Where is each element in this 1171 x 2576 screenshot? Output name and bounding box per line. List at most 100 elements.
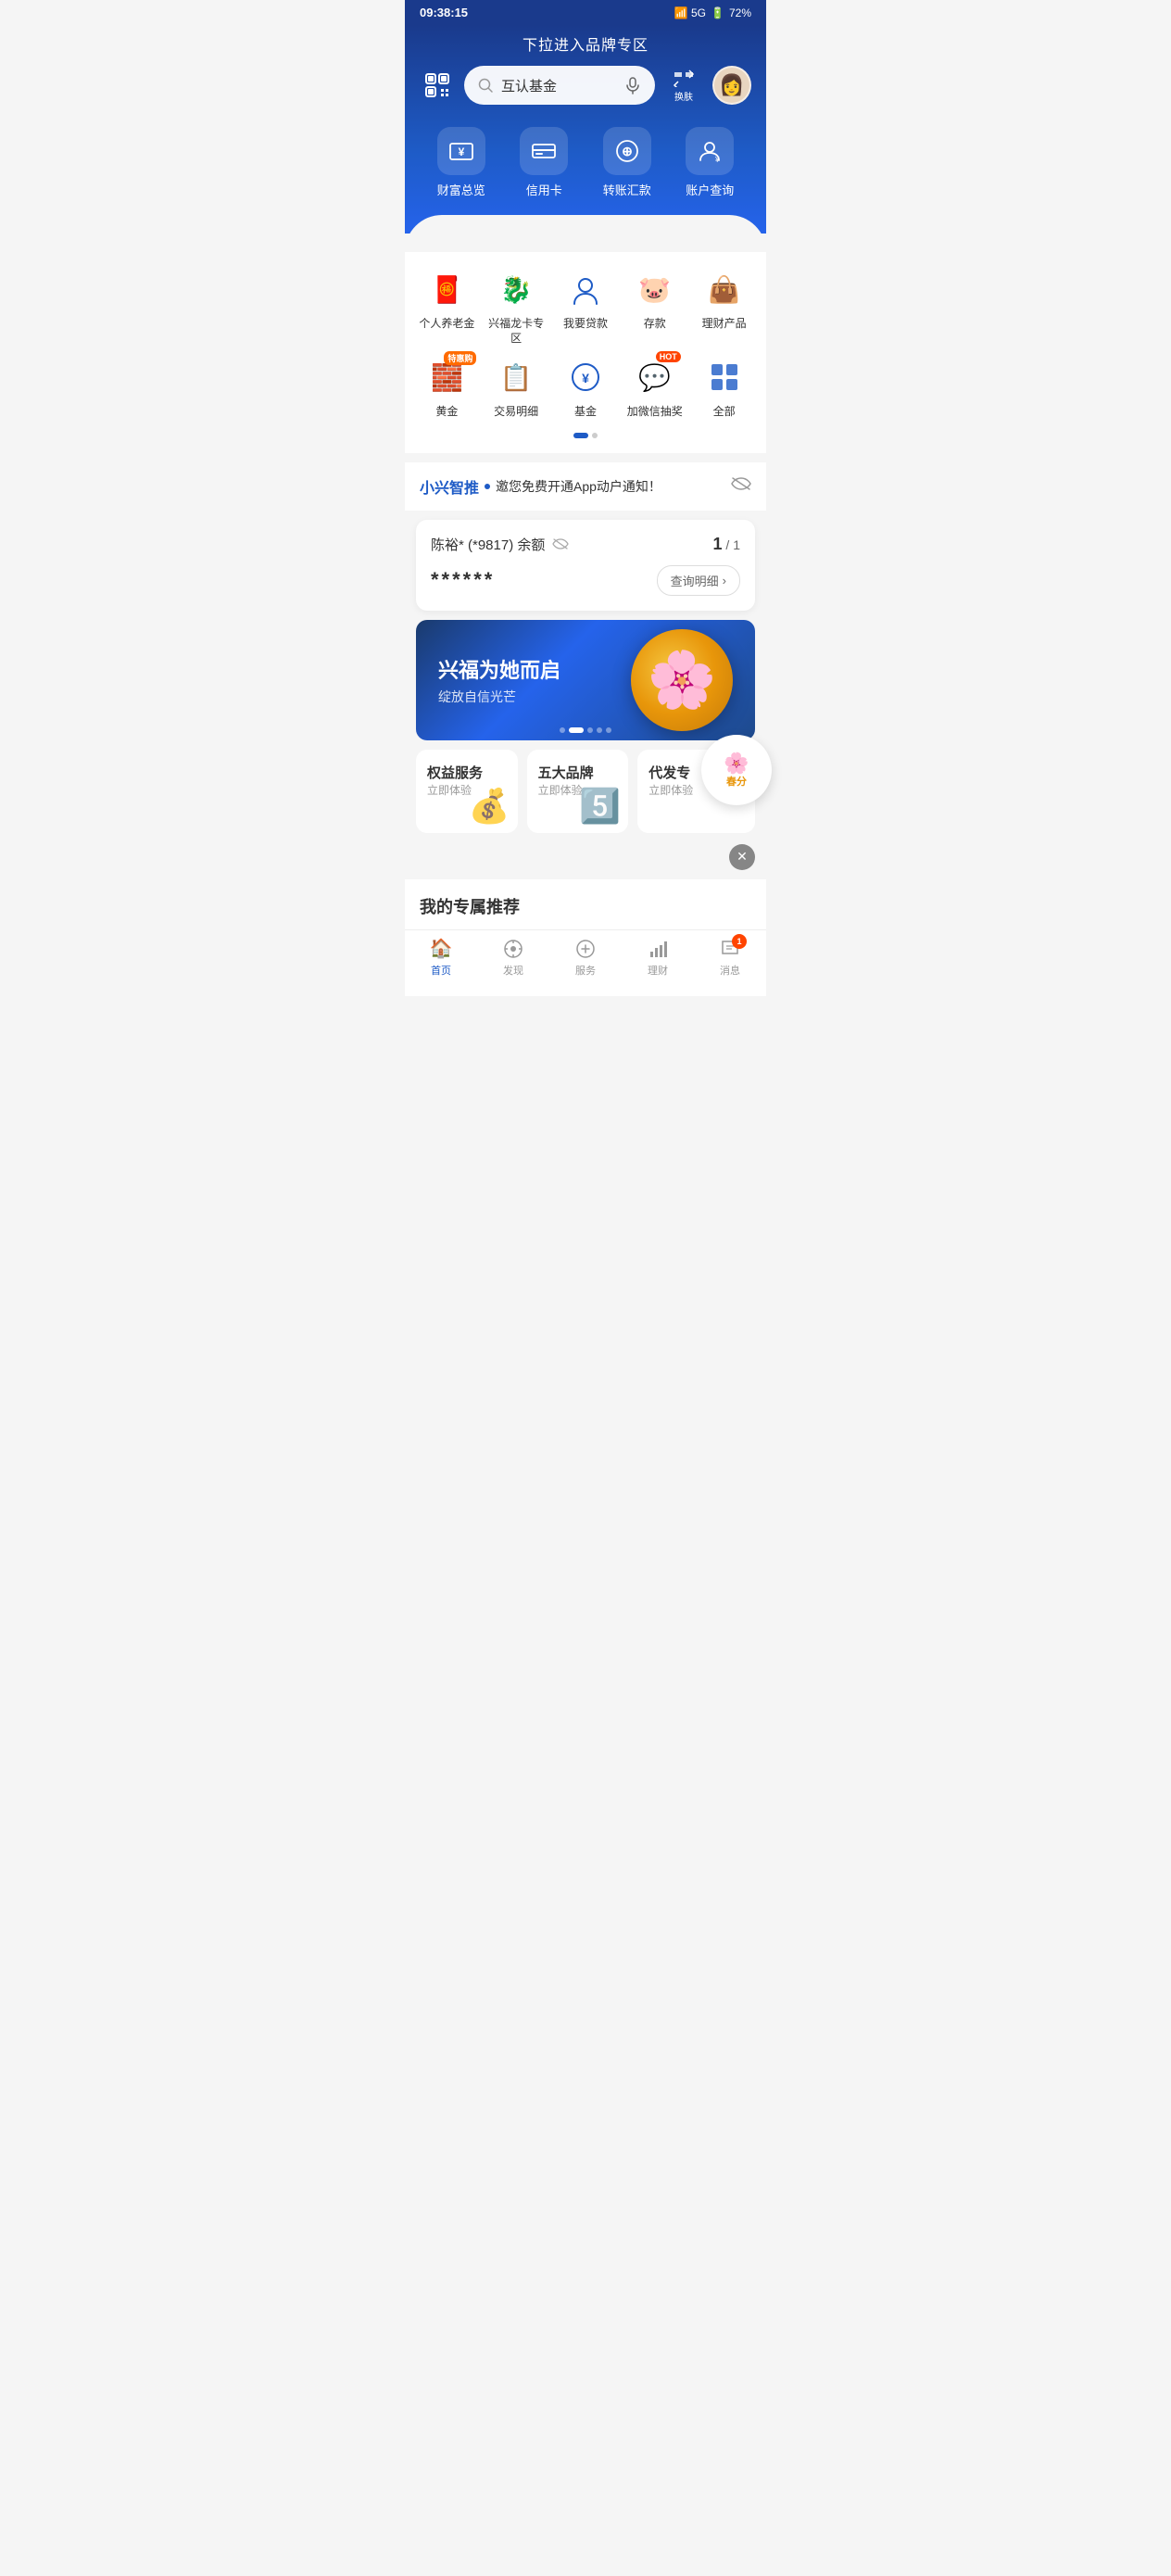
search-row: 互认基金 换肤 👩 bbox=[420, 66, 751, 105]
gold-badge: 特惠购 bbox=[444, 351, 476, 365]
banner-title: 兴福为她而启 bbox=[438, 654, 560, 684]
transfer-icon: ⊕ bbox=[603, 127, 651, 175]
nav-home[interactable]: 🏠 首页 bbox=[430, 938, 452, 978]
status-right: 📶 5G 🔋 72% bbox=[674, 6, 751, 19]
grid-row-2: 🧱 特惠购 黄金 📋 交易明细 ¥ 基金 bbox=[412, 355, 759, 420]
main-nav: ¥ 财富总览 信用卡 ⊕ 转账汇款 bbox=[420, 127, 751, 198]
grid-item-deposit[interactable]: 🐷 存款 bbox=[623, 267, 686, 346]
nav-finance[interactable]: 理财 bbox=[647, 938, 669, 978]
service-cards-row: 权益服务 立即体验 💰 五大品牌 立即体验 5️⃣ 代发专 立即体验 🌸 春分 bbox=[416, 750, 755, 833]
loan-icon bbox=[563, 267, 608, 311]
grid-item-wechat[interactable]: 💬 HOT 加微信抽奖 bbox=[623, 355, 686, 420]
spring-icon: 🌸 bbox=[724, 751, 749, 776]
nav-services-label: 服务 bbox=[575, 963, 596, 978]
xingfu-label: 兴福龙卡专区 bbox=[485, 317, 548, 346]
svg-text:⊕: ⊕ bbox=[622, 144, 633, 158]
search-icon bbox=[477, 77, 494, 94]
grid-item-pension[interactable]: 🧧 个人养老金 bbox=[415, 267, 478, 346]
pension-label: 个人养老金 bbox=[419, 317, 474, 332]
all-label: 全部 bbox=[713, 405, 736, 420]
message-icon: 1 bbox=[719, 938, 741, 960]
account-label: 账户查询 bbox=[686, 181, 734, 198]
header: 下拉进入品牌专区 互认基金 bbox=[405, 25, 766, 234]
wealth-label: 财富总览 bbox=[437, 181, 485, 198]
banner-dot-4 bbox=[597, 727, 602, 733]
microphone-icon[interactable] bbox=[623, 76, 642, 95]
nav-item-credit[interactable]: 信用卡 bbox=[520, 127, 568, 198]
banner-dot-5 bbox=[606, 727, 611, 733]
avatar[interactable]: 👩 bbox=[712, 66, 751, 105]
account-pagination: 1 / 1 bbox=[713, 535, 740, 554]
nav-discover[interactable]: 发现 bbox=[502, 938, 524, 978]
banner-dot-1 bbox=[560, 727, 565, 733]
nav-services[interactable]: 服务 bbox=[574, 938, 597, 978]
smart-push-brand: 小兴智推 bbox=[420, 475, 479, 498]
wealth-product-icon: 👜 bbox=[702, 267, 747, 311]
grid-item-transaction[interactable]: 📋 交易明细 bbox=[485, 355, 548, 420]
gold-label: 黄金 bbox=[435, 405, 458, 420]
scan-icon[interactable] bbox=[420, 68, 455, 103]
grid-item-xingfu[interactable]: 🐉 兴福龙卡专区 bbox=[485, 267, 548, 346]
wechat-badge: HOT bbox=[656, 351, 681, 362]
dot-1 bbox=[573, 433, 588, 438]
gold-icon: 🧱 特惠购 bbox=[424, 355, 469, 399]
service-card-payroll[interactable]: 代发专 立即体验 🌸 春分 bbox=[637, 750, 755, 833]
query-detail-button[interactable]: 查询明细 › bbox=[657, 565, 740, 596]
svg-text:¥: ¥ bbox=[582, 371, 589, 385]
grid-item-loan[interactable]: 我要贷款 bbox=[554, 267, 617, 346]
banner-dot-3 bbox=[587, 727, 593, 733]
smart-push-separator-dot bbox=[485, 484, 490, 489]
transaction-label: 交易明细 bbox=[494, 405, 538, 420]
spring-float-button[interactable]: 🌸 春分 bbox=[701, 735, 772, 805]
status-time: 09:38:15 bbox=[420, 6, 468, 19]
grid-item-fund[interactable]: ¥ 基金 bbox=[554, 355, 617, 420]
banner-flower-decoration: 🌸 bbox=[631, 629, 733, 731]
services-icon bbox=[574, 938, 597, 960]
recommendations-section-title: 我的专属推荐 bbox=[405, 879, 766, 929]
brands-icon: 5️⃣ bbox=[579, 787, 621, 826]
banner-text: 兴福为她而启 绽放自信光芒 bbox=[438, 654, 560, 706]
credit-label: 信用卡 bbox=[526, 181, 562, 198]
grid-item-all[interactable]: 全部 bbox=[693, 355, 756, 420]
dot-2 bbox=[592, 433, 598, 438]
wealth-product-label: 理财产品 bbox=[702, 317, 747, 332]
wealth-icon: ¥ bbox=[437, 127, 485, 175]
grid-dots bbox=[412, 429, 759, 446]
smart-push-left: 小兴智推 邀您免费开通App动户通知！ bbox=[420, 475, 661, 498]
account-hide-icon[interactable] bbox=[552, 537, 569, 550]
hide-icon[interactable] bbox=[731, 476, 751, 496]
wechat-icon: 💬 HOT bbox=[633, 355, 677, 399]
nav-item-transfer[interactable]: ⊕ 转账汇款 bbox=[603, 127, 651, 198]
search-input-text[interactable]: 互认基金 bbox=[501, 76, 616, 95]
account-icon: ¥ bbox=[686, 127, 734, 175]
account-name: 陈裕* (*9817) 余额 bbox=[431, 535, 569, 554]
grid-row-1: 🧧 个人养老金 🐉 兴福龙卡专区 我要贷款 🐷 存款 bbox=[412, 267, 759, 346]
service-card-brands[interactable]: 五大品牌 立即体验 5️⃣ bbox=[527, 750, 629, 833]
service-card-benefits[interactable]: 权益服务 立即体验 💰 bbox=[416, 750, 518, 833]
nav-item-wealth[interactable]: ¥ 财富总览 bbox=[437, 127, 485, 198]
pull-hint: 下拉进入品牌专区 bbox=[420, 25, 751, 66]
message-badge: 1 bbox=[732, 934, 747, 949]
nav-message[interactable]: 1 消息 bbox=[719, 938, 741, 978]
all-icon bbox=[702, 355, 747, 399]
benefits-icon: 💰 bbox=[469, 787, 510, 826]
battery-level: 72% bbox=[729, 6, 751, 19]
svg-text:¥: ¥ bbox=[714, 156, 720, 164]
promo-banner[interactable]: 兴福为她而启 绽放自信光芒 🌸 bbox=[416, 620, 755, 740]
banner-subtitle: 绽放自信光芒 bbox=[438, 688, 560, 706]
wechat-label: 加微信抽奖 bbox=[627, 405, 683, 420]
fund-icon: ¥ bbox=[563, 355, 608, 399]
fund-label: 基金 bbox=[574, 405, 597, 420]
battery-icon: 🔋 bbox=[711, 6, 724, 19]
transfer-label: 转账汇款 bbox=[603, 181, 651, 198]
grid-item-wealth-product[interactable]: 👜 理财产品 bbox=[693, 267, 756, 346]
grid-item-gold[interactable]: 🧱 特惠购 黄金 bbox=[415, 355, 478, 420]
bottom-nav: 🏠 首页 发现 bbox=[405, 929, 766, 996]
account-balance: ****** bbox=[431, 568, 495, 592]
smart-push-banner[interactable]: 小兴智推 邀您免费开通App动户通知！ bbox=[405, 462, 766, 511]
nav-item-account[interactable]: ¥ 账户查询 bbox=[686, 127, 734, 198]
search-bar[interactable]: 互认基金 bbox=[464, 66, 655, 105]
smart-push-text: 邀您免费开通App动户通知！ bbox=[496, 477, 661, 496]
skin-change-button[interactable]: 换肤 bbox=[664, 66, 703, 105]
close-float-button[interactable]: ✕ bbox=[729, 844, 755, 870]
